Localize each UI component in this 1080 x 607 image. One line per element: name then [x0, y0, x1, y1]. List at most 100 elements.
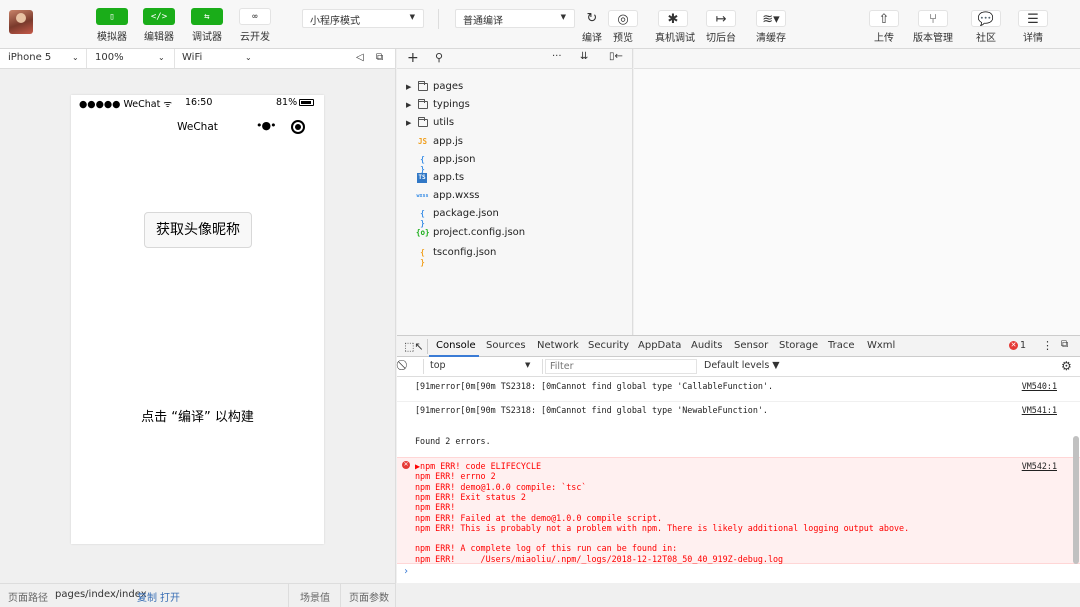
tab-appdata[interactable]: AppData [638, 340, 681, 351]
file-row-package-json[interactable]: { } package.json [397, 205, 633, 228]
debugger-toggle-button[interactable]: ⇆ 调试器 [183, 8, 231, 43]
kebab-menu-icon[interactable]: ⋮ [1042, 339, 1053, 352]
file-name: app.js [433, 136, 463, 147]
copy-path-link[interactable]: 复制 [137, 589, 157, 604]
folder-icon [418, 99, 428, 109]
device-select[interactable]: iPhone 5 ⌄ [8, 52, 80, 63]
remote-debug-label: 真机调试 [655, 33, 695, 44]
error-line: npm ERR! errno 2 [415, 471, 496, 482]
carrier-text: ●●●●● WeChat [79, 99, 161, 110]
tab-trace[interactable]: Trace [828, 340, 855, 351]
detach-window-icon[interactable]: ⧉ [376, 52, 383, 63]
details-button[interactable]: ☰ 详情 [1015, 10, 1051, 44]
console-scrollbar[interactable] [1073, 436, 1079, 564]
more-dots-icon[interactable]: •●• [256, 119, 277, 132]
network-select-value: WiFi [182, 52, 203, 63]
tab-storage[interactable]: Storage [779, 340, 818, 351]
hide-panel-icon[interactable]: ▯← [609, 51, 623, 62]
cloud-link-icon: ∞ [239, 8, 271, 25]
error-line[interactable]: ▶npm ERR! code ELIFECYCLE [415, 461, 541, 471]
divider [340, 584, 341, 607]
tab-network[interactable]: Network [537, 340, 579, 351]
cloud-upload-icon: ⇧ [869, 10, 899, 27]
editor-toggle-button[interactable]: </> 编辑器 [135, 8, 183, 43]
simulator-label: 模拟器 [97, 32, 127, 43]
tab-wxml[interactable]: Wxml [867, 340, 895, 351]
scene-value-button[interactable]: 场景值 [300, 589, 330, 604]
error-count[interactable]: 1 [1020, 340, 1026, 351]
mode-select-value: 小程序模式 [310, 16, 360, 27]
close-capsule-icon[interactable] [291, 120, 305, 134]
chat-bubble-icon: 💬 [971, 10, 1001, 27]
context-select[interactable]: top ▼ [430, 360, 540, 371]
search-icon[interactable]: ⚲ [435, 51, 443, 64]
tab-security[interactable]: Security [588, 340, 629, 351]
settings-gear-icon[interactable]: ⚙ [1061, 359, 1072, 373]
phone-icon: ▯ [96, 8, 128, 25]
folder-row-typings[interactable]: ▶ typings [397, 96, 633, 114]
source-link[interactable]: VM542:1 [1022, 461, 1057, 471]
tab-sources[interactable]: Sources [486, 340, 526, 351]
tab-console[interactable]: Console [436, 340, 476, 351]
compile-mode-select[interactable]: 普通编译 ▼ [455, 9, 575, 28]
user-avatar[interactable] [9, 10, 33, 34]
file-row-tsconfig[interactable]: { } tsconfig.json [397, 244, 633, 267]
add-file-icon[interactable]: + [407, 50, 419, 66]
page-path-label: 页面路径 [8, 593, 48, 604]
console-filter-input[interactable] [545, 359, 697, 374]
tab-sensor[interactable]: Sensor [734, 340, 768, 351]
more-options-icon[interactable]: ··· [552, 51, 562, 62]
file-row-app-wxss[interactable]: wxss app.wxss [397, 187, 633, 205]
tab-audits[interactable]: Audits [691, 340, 722, 351]
file-row-project-config[interactable]: {o} project.config.json [397, 224, 633, 242]
cloud-dev-button[interactable]: ∞ 云开发 [231, 8, 279, 43]
upload-button[interactable]: ⇧ 上传 [866, 10, 902, 44]
mute-icon[interactable]: ◁ [356, 52, 364, 63]
wxss-file-icon: wxss [416, 193, 429, 199]
divider [423, 359, 424, 374]
debugger-icon: ⇆ [191, 8, 223, 25]
background-button[interactable]: ↦ 切后台 [703, 10, 739, 44]
open-path-link[interactable]: 打开 [160, 589, 180, 604]
simulator-toggle-button[interactable]: ▯ 模拟器 [88, 8, 136, 43]
file-row-app-ts[interactable]: TS app.ts [397, 169, 633, 187]
details-label: 详情 [1023, 33, 1043, 44]
clear-cache-button[interactable]: ≋▾ 清缓存 [753, 10, 789, 44]
preview-button[interactable]: ◎ 预览 [605, 10, 641, 44]
source-link[interactable]: VM541:1 [1022, 405, 1057, 415]
editor-area[interactable] [634, 49, 1080, 335]
log-levels-select[interactable]: Default levels ▼ [704, 360, 780, 371]
carrier-label: ●●●●● WeChat ᯤ [79, 97, 172, 110]
inspect-element-icon[interactable]: ⬚↖ [404, 340, 424, 353]
collapse-all-icon[interactable]: ⇊ [580, 51, 588, 62]
zoom-select[interactable]: 100% ⌄ [95, 52, 167, 63]
page-params-button[interactable]: 页面参数 [349, 589, 389, 604]
console-line: [91merror[0m[90m TS2318: [0mCannot find … [415, 405, 768, 415]
file-row-app-js[interactable]: JS app.js [397, 133, 633, 151]
console-prompt[interactable]: › [403, 566, 1080, 577]
console-output[interactable]: [91merror[0m[90m TS2318: [0mCannot find … [397, 377, 1080, 583]
folder-row-pages[interactable]: ▶ pages [397, 78, 633, 96]
folder-row-utils[interactable]: ▶ utils [397, 114, 633, 132]
divider [542, 359, 543, 374]
file-row-app-json[interactable]: { } app.json [397, 151, 633, 174]
battery-percent: 81% [276, 97, 298, 108]
mode-select[interactable]: 小程序模式 ▼ [302, 9, 424, 28]
clear-cache-label: 清缓存 [756, 33, 786, 44]
config-file-icon: {o} [416, 228, 430, 237]
source-link[interactable]: VM540:1 [1022, 381, 1057, 391]
dock-side-icon[interactable]: ⧉ [1061, 339, 1068, 350]
phone-screen: ●●●●● WeChat ᯤ 16:50 81% WeChat •●• 获取头像… [71, 95, 324, 544]
community-button[interactable]: 💬 社区 [968, 10, 1004, 44]
network-select[interactable]: WiFi ⌄ [182, 52, 257, 63]
js-file-icon: JS [417, 137, 428, 146]
version-label: 版本管理 [913, 33, 953, 44]
background-label: 切后台 [706, 33, 736, 44]
simulator-toolbar: iPhone 5 ⌄ 100% ⌄ WiFi ⌄ ◁ ⧉ [0, 49, 396, 69]
get-avatar-nickname-button[interactable]: 获取头像昵称 [144, 212, 252, 248]
page-path-value: pages/index/index [55, 589, 147, 600]
remote-debug-button[interactable]: ✱ 真机调试 [655, 10, 695, 44]
eye-icon: ◎ [608, 10, 638, 27]
version-manage-button[interactable]: ⑂ 版本管理 [910, 10, 956, 44]
file-name: app.wxss [433, 190, 480, 201]
